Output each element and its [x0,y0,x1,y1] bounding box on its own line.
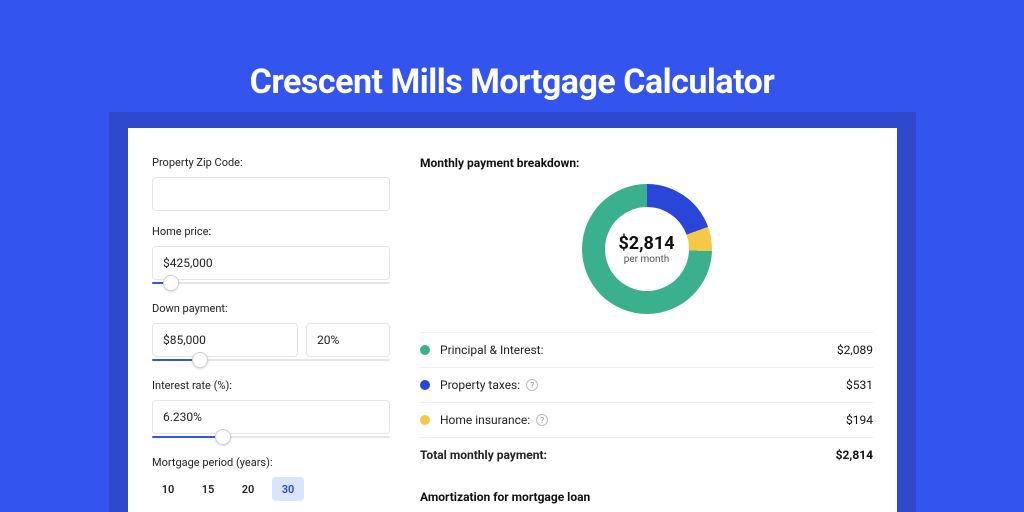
home-price-input[interactable] [152,246,390,280]
row-property-taxes: Property taxes: ? $531 [420,367,873,402]
interest-rate-slider[interactable] [152,432,390,442]
slider-thumb[interactable] [192,352,208,368]
inputs-panel: Property Zip Code: Home price: Down paym… [152,156,390,512]
row-value: $531 [846,378,873,392]
down-payment-slider[interactable] [152,355,390,365]
row-label: Property taxes: [440,378,520,392]
mortgage-period-options: 10 15 20 30 [152,477,390,501]
row-value: $2,089 [837,343,873,357]
total-value: $2,814 [836,448,873,462]
slider-thumb[interactable] [215,429,231,445]
page-frame: Crescent Mills Mortgage Calculator Prope… [0,0,1024,512]
help-icon[interactable]: ? [526,379,538,391]
down-payment-label: Down payment: [152,302,390,315]
donut-center: $2,814 per month [605,207,689,291]
down-payment-amount-input[interactable] [152,323,298,357]
donut-chart: $2,814 per month [582,184,712,314]
home-price-field: Home price: [152,225,390,288]
slider-thumb[interactable] [163,275,179,291]
mortgage-period-field: Mortgage period (years): 10 15 20 30 [152,456,390,501]
donut-subtext: per month [624,254,670,265]
period-option-10[interactable]: 10 [152,477,184,501]
donut-chart-wrap: $2,814 per month [420,184,873,314]
row-total-payment: Total monthly payment: $2,814 [420,437,873,472]
row-principal-interest: Principal & Interest: $2,089 [420,332,873,367]
breakdown-panel: Monthly payment breakdown: $2,814 per mo… [420,156,873,512]
row-label: Home insurance: [440,413,530,427]
dot-icon [420,415,430,425]
interest-rate-input[interactable] [152,400,390,434]
dot-icon [420,380,430,390]
dot-icon [420,345,430,355]
zip-input[interactable] [152,177,390,211]
amortization-section: Amortization for mortgage loan Amortizat… [420,490,873,512]
interest-rate-label: Interest rate (%): [152,379,390,392]
row-label: Principal & Interest: [440,343,544,357]
donut-value: $2,814 [618,233,674,254]
interest-rate-field: Interest rate (%): [152,379,390,442]
breakdown-title: Monthly payment breakdown: [420,156,873,170]
page-title: Crescent Mills Mortgage Calculator [0,0,1024,102]
calculator-card: Property Zip Code: Home price: Down paym… [128,128,897,512]
zip-label: Property Zip Code: [152,156,390,169]
period-option-30[interactable]: 30 [272,477,304,501]
period-option-15[interactable]: 15 [192,477,224,501]
total-label: Total monthly payment: [420,448,547,462]
help-icon[interactable]: ? [536,414,548,426]
home-price-label: Home price: [152,225,390,238]
amortization-title: Amortization for mortgage loan [420,490,873,504]
down-payment-field: Down payment: [152,302,390,365]
period-option-20[interactable]: 20 [232,477,264,501]
row-value: $194 [846,413,873,427]
home-price-slider[interactable] [152,278,390,288]
row-home-insurance: Home insurance: ? $194 [420,402,873,437]
zip-field: Property Zip Code: [152,156,390,211]
mortgage-period-label: Mortgage period (years): [152,456,390,469]
down-payment-pct-input[interactable] [306,323,390,357]
